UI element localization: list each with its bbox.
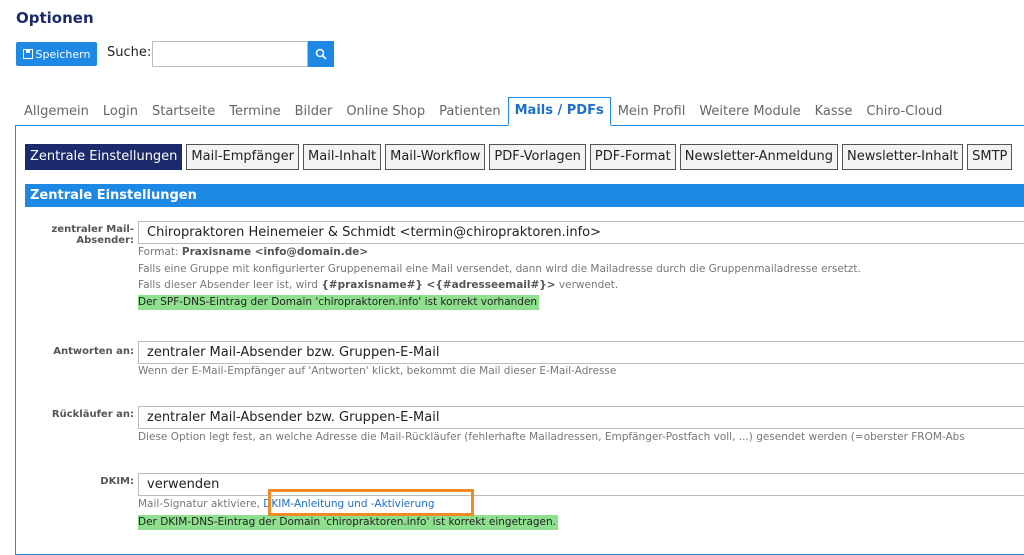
subtab-newsletter-anmeldung[interactable]: Newsletter-Anmeldung <box>679 144 838 170</box>
tab-termine[interactable]: Termine <box>222 99 287 125</box>
bounce-hint: Diese Option legt fest, an welche Adress… <box>138 431 965 443</box>
search-icon <box>315 48 327 60</box>
tab-allgemein[interactable]: Allgemein <box>17 99 96 125</box>
empty-hint-placeholder: {#praxisname#} <{#adresseemail#}> <box>321 279 556 291</box>
tab-chiro-cloud[interactable]: Chiro-Cloud <box>859 99 949 125</box>
tab-mails-pdfs[interactable]: Mails / PDFs <box>507 97 611 126</box>
dkim-status: Der DKIM-DNS-Eintrag der Domain 'chiropr… <box>138 515 559 530</box>
sender-format-hint: Format: Praxisname <info@domain.de> <box>138 246 368 258</box>
spf-status: Der SPF-DNS-Eintrag der Domain 'chiropra… <box>138 295 540 310</box>
reply-to-field[interactable]: zentraler Mail-Absender bzw. Gruppen-E-M… <box>138 341 1024 364</box>
save-button-label: Speichern <box>35 47 91 61</box>
search-label: Suche: <box>107 45 152 60</box>
highlight-box <box>268 489 474 516</box>
subtab-mail-workflow[interactable]: Mail-Workflow <box>385 144 486 170</box>
tab-bilder[interactable]: Bilder <box>288 99 340 125</box>
subtab-pdf-format[interactable]: PDF-Format <box>589 144 676 170</box>
tab-patienten[interactable]: Patienten <box>432 99 508 125</box>
dkim-label: DKIM: <box>100 476 134 487</box>
sender-field[interactable]: Chiropraktoren Heinemeier & Schmidt <ter… <box>138 221 1024 244</box>
sender-label: zentraler Mail- Absender: <box>30 224 134 246</box>
empty-hint-suffix: verwendet. <box>555 279 619 291</box>
bounce-field[interactable]: zentraler Mail-Absender bzw. Gruppen-E-M… <box>138 406 1024 429</box>
reply-to-hint: Wenn der E-Mail-Empfänger auf 'Antworten… <box>138 365 617 377</box>
tab-online-shop[interactable]: Online Shop <box>339 99 432 125</box>
subtab-newsletter-inhalt[interactable]: Newsletter-Inhalt <box>842 144 964 170</box>
subtab-mail-inhalt[interactable]: Mail-Inhalt <box>303 144 382 170</box>
section-header: Zentrale Einstellungen <box>25 184 1024 207</box>
sub-tabs: Zentrale Einstellungen Mail-Empfänger Ma… <box>25 144 1013 170</box>
floppy-disk-icon <box>22 49 33 59</box>
format-prefix: Format: <box>138 246 182 258</box>
sender-group-hint: Falls eine Gruppe mit konfigurierter Gru… <box>138 263 861 275</box>
tab-login[interactable]: Login <box>96 99 145 125</box>
tab-weitere-module[interactable]: Weitere Module <box>692 99 807 125</box>
main-tabs: Allgemein Login Startseite Termine Bilde… <box>17 97 949 126</box>
subtab-mail-empfaenger[interactable]: Mail-Empfänger <box>186 144 300 170</box>
search-input[interactable] <box>152 41 308 67</box>
tab-mein-profil[interactable]: Mein Profil <box>611 99 693 125</box>
tab-kasse[interactable]: Kasse <box>808 99 860 125</box>
subtab-pdf-vorlagen[interactable]: PDF-Vorlagen <box>489 144 586 170</box>
dkim-hint-prefix: Mail-Signatur aktiviere <box>138 498 257 510</box>
bounce-label: Rückläufer an: <box>51 409 134 420</box>
sender-label-line1: zentraler Mail- <box>51 224 134 235</box>
sender-empty-hint: Falls dieser Absender leer ist, wird {#p… <box>138 279 618 291</box>
subtab-zentrale-einstellungen[interactable]: Zentrale Einstellungen <box>25 144 183 170</box>
subtab-smtp[interactable]: SMTP <box>967 144 1013 170</box>
tab-startseite[interactable]: Startseite <box>145 99 222 125</box>
page-title: Optionen <box>16 9 94 27</box>
sender-label-line2: Absender: <box>76 235 134 246</box>
format-value: Praxisname <info@domain.de> <box>181 246 369 258</box>
save-button[interactable]: Speichern <box>16 42 97 66</box>
reply-to-label: Antworten an: <box>53 346 134 357</box>
empty-hint-prefix: Falls dieser Absender leer ist, wird <box>138 279 322 291</box>
search-button[interactable] <box>308 41 334 67</box>
